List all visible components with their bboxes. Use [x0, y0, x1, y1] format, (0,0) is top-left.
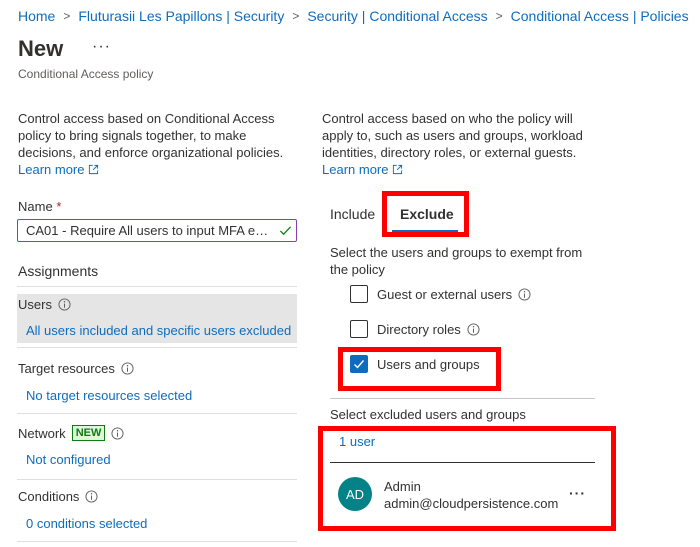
tab-exclude[interactable]: Exclude — [400, 206, 454, 222]
target-resources-title: Target resources — [18, 361, 134, 376]
users-section-title: Users — [18, 297, 71, 312]
active-tab-indicator — [392, 230, 458, 232]
new-badge: NEW — [71, 425, 106, 441]
external-link-icon — [393, 164, 403, 175]
info-icon[interactable] — [85, 490, 98, 503]
more-options-icon[interactable]: ··· — [92, 38, 111, 56]
info-icon[interactable] — [467, 322, 480, 336]
network-title: Network NEW — [18, 425, 124, 441]
target-resources-link[interactable]: No target resources selected — [26, 388, 192, 403]
chevron-right-icon: > — [495, 9, 503, 23]
conditions-link[interactable]: 0 conditions selected — [26, 516, 147, 531]
user-name: Admin — [384, 479, 421, 494]
excluded-users-heading: Select excluded users and groups — [330, 407, 526, 422]
conditions-title: Conditions — [18, 489, 98, 504]
chevron-right-icon: > — [63, 9, 71, 23]
breadcrumb-ca-policies[interactable]: Conditional Access | Policies — [511, 8, 689, 24]
left-description-text: Control access based on Conditional Acce… — [18, 111, 284, 160]
divider — [17, 479, 297, 480]
users-groups-checkbox[interactable] — [350, 355, 368, 373]
info-icon[interactable] — [121, 362, 134, 375]
right-description: Control access based on who the policy w… — [322, 110, 592, 178]
option-users-groups[interactable]: Users and groups — [350, 355, 486, 373]
chevron-right-icon: > — [292, 9, 300, 23]
user-count-link[interactable]: 1 user — [339, 434, 375, 449]
info-icon[interactable] — [58, 298, 71, 311]
page-title: New — [18, 36, 64, 61]
info-icon[interactable] — [518, 287, 531, 301]
directory-roles-checkbox[interactable] — [350, 320, 368, 338]
learn-more-link-left[interactable]: Learn more — [18, 161, 99, 178]
divider — [17, 286, 297, 287]
tab-include[interactable]: Include — [330, 206, 375, 222]
learn-more-link-right[interactable]: Learn more — [322, 161, 403, 178]
breadcrumb: Home > Fluturasii Les Papillons | Securi… — [18, 8, 689, 24]
checkmark-icon — [354, 360, 365, 369]
info-icon[interactable] — [111, 426, 124, 440]
breadcrumb-home[interactable]: Home — [18, 8, 55, 24]
network-link[interactable]: Not configured — [26, 452, 111, 467]
more-options-icon[interactable]: ··· — [569, 485, 586, 501]
exempt-description: Select the users and groups to exempt fr… — [330, 245, 583, 277]
page-subtitle: Conditional Access policy — [18, 67, 154, 81]
users-section-link[interactable]: All users included and specific users ex… — [26, 323, 291, 338]
external-link-icon — [89, 164, 99, 175]
divider — [17, 413, 297, 414]
breadcrumb-tenant-security[interactable]: Fluturasii Les Papillons | Security — [78, 8, 284, 24]
divider — [330, 462, 595, 463]
right-description-text: Control access based on who the policy w… — [322, 111, 583, 160]
required-asterisk: * — [56, 199, 62, 214]
option-directory-roles[interactable]: Directory roles — [350, 320, 480, 338]
name-label: Name * — [18, 199, 62, 214]
divider — [330, 398, 595, 399]
breadcrumb-security-ca[interactable]: Security | Conditional Access — [307, 8, 487, 24]
checkmark-icon — [279, 226, 292, 236]
divider — [17, 347, 297, 348]
option-guest-external[interactable]: Guest or external users — [350, 285, 531, 303]
user-email: admin@cloudpersistence.com — [384, 496, 559, 511]
divider — [17, 541, 297, 542]
avatar: AD — [338, 477, 372, 511]
left-description: Control access based on Conditional Acce… — [18, 110, 288, 178]
policy-name-input[interactable]: CA01 - Require All users to input MFA ev… — [17, 219, 297, 242]
guest-checkbox[interactable] — [350, 285, 368, 303]
assignments-heading: Assignments — [18, 263, 99, 279]
